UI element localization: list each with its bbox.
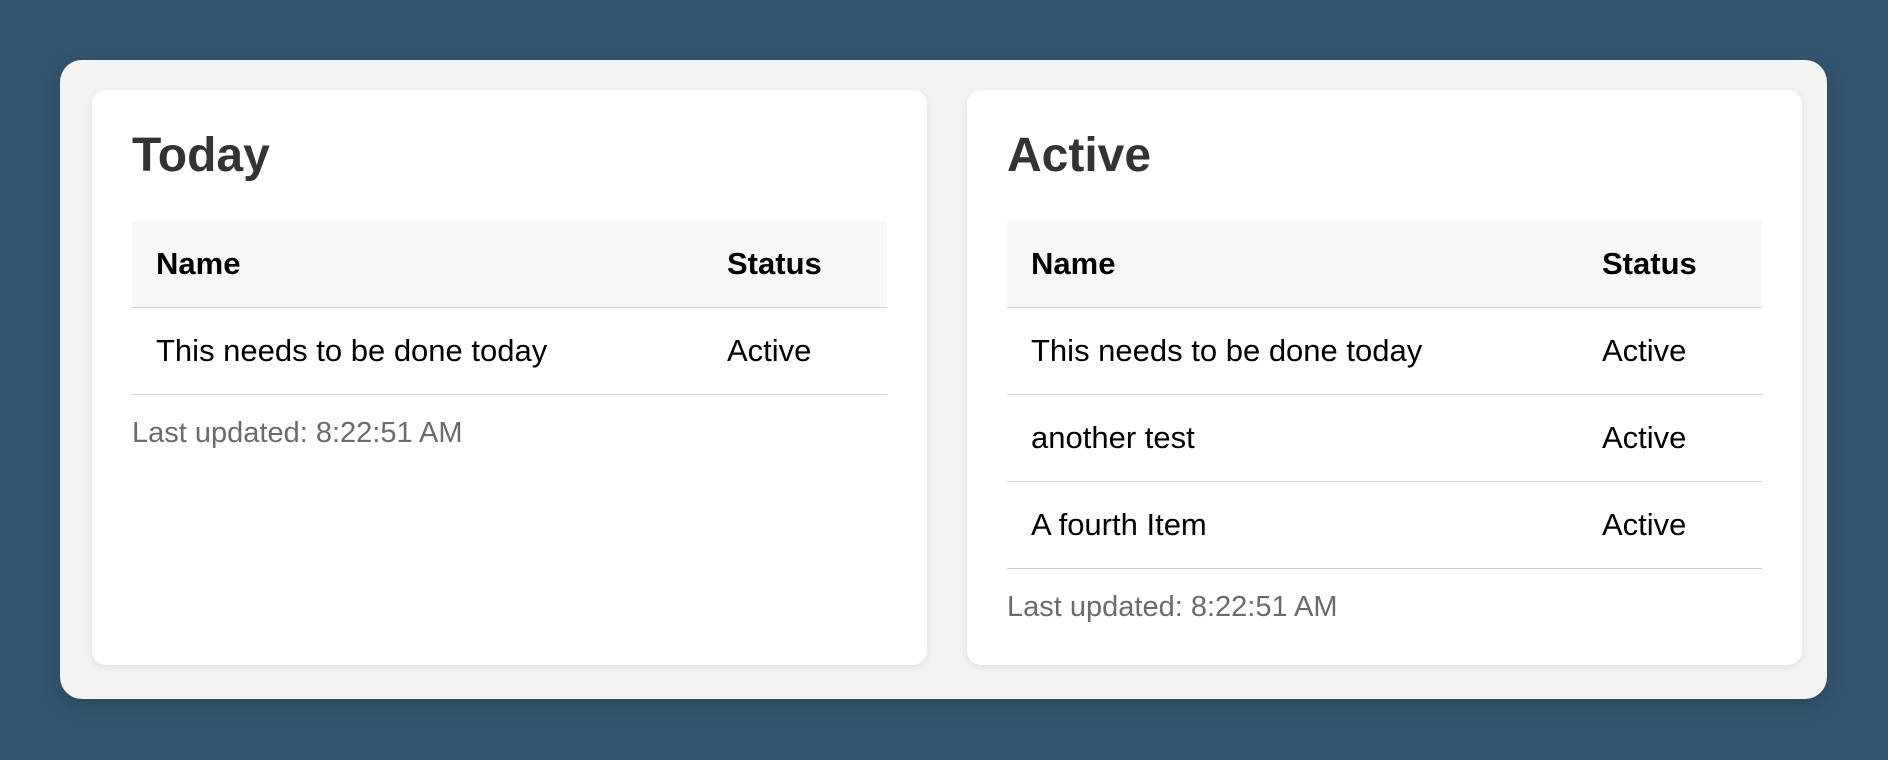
active-table: Name Status This needs to be done today … <box>1007 221 1762 569</box>
active-card: Active Name Status This needs to be done… <box>967 90 1802 665</box>
column-header-name: Name <box>132 221 703 308</box>
table-row[interactable]: A fourth Item Active <box>1007 481 1762 569</box>
row-status: Active <box>1578 394 1762 482</box>
table-header-row: Name Status <box>132 221 887 308</box>
row-name: another test <box>1007 394 1578 482</box>
row-status: Active <box>703 307 887 395</box>
column-header-status: Status <box>1578 221 1762 308</box>
today-card: Today Name Status This needs to be done … <box>92 90 927 665</box>
table-row[interactable]: This needs to be done today Active <box>132 307 887 395</box>
table-row[interactable]: This needs to be done today Active <box>1007 307 1762 395</box>
row-status: Active <box>1578 481 1762 569</box>
column-header-name: Name <box>1007 221 1578 308</box>
last-updated-text: Last updated: 8:22:51 AM <box>1007 590 1338 623</box>
table-row[interactable]: another test Active <box>1007 394 1762 482</box>
table-header-row: Name Status <box>1007 221 1762 308</box>
card-title: Active <box>1007 129 1152 182</box>
today-table: Name Status This needs to be done today … <box>132 221 887 395</box>
row-status: Active <box>1578 307 1762 395</box>
column-header-status: Status <box>703 221 887 308</box>
row-name: A fourth Item <box>1007 481 1578 569</box>
last-updated-text: Last updated: 8:22:51 AM <box>132 416 463 449</box>
row-name: This needs to be done today <box>1007 307 1578 395</box>
row-name: This needs to be done today <box>132 307 703 395</box>
dashboard-panel: Today Name Status This needs to be done … <box>60 60 1827 699</box>
card-title: Today <box>132 129 270 182</box>
